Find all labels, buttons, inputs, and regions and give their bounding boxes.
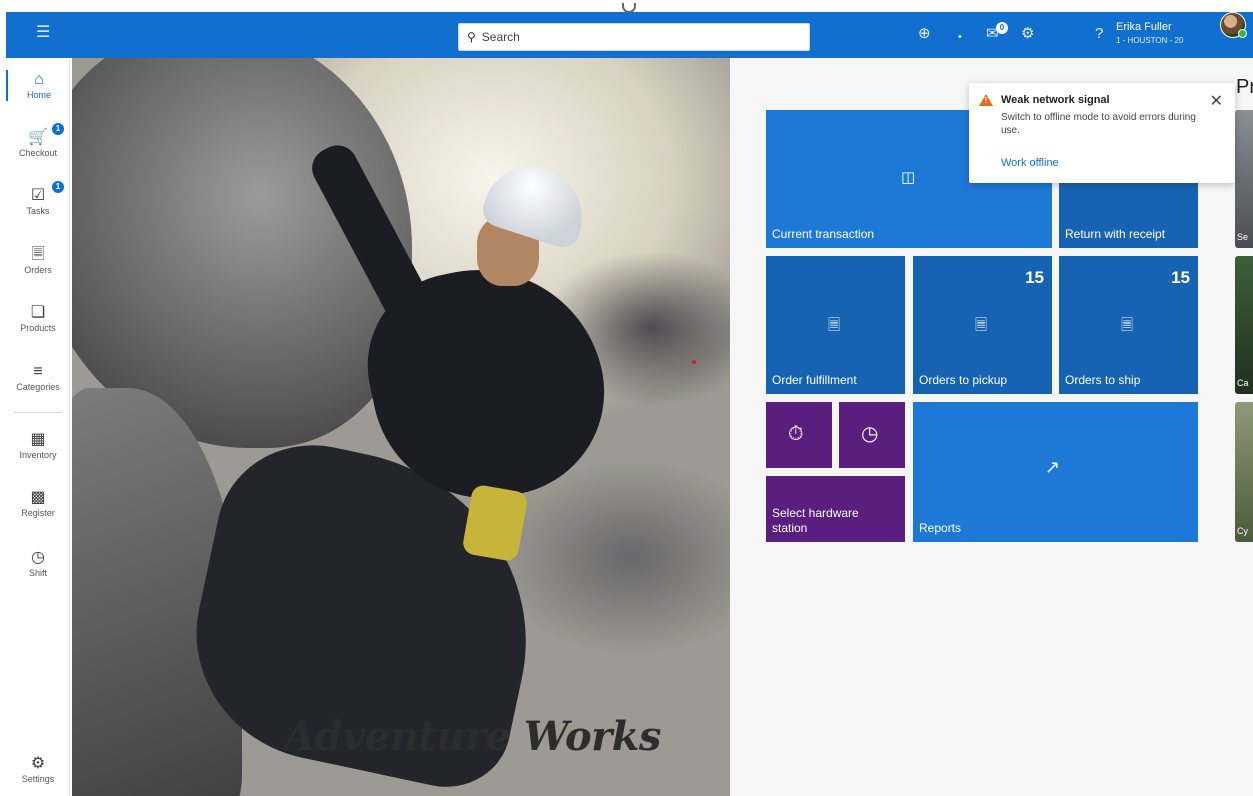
tile-count: 15 (1171, 268, 1190, 287)
warning-mark: ! (984, 96, 988, 105)
orders-icon: 🗏 (31, 246, 45, 263)
work-offline-link[interactable]: Work offline (1001, 157, 1059, 169)
close-icon[interactable]: ✕ (1210, 91, 1223, 111)
sidebar-item-label: Home (26, 90, 51, 100)
categories-icon: ≡ (33, 363, 43, 380)
timer-tile[interactable]: ⏱ (766, 402, 832, 468)
avatar[interactable] (1220, 12, 1247, 38)
inventory-icon: ▦ (30, 431, 46, 448)
toast-title: Weak network signal (1001, 94, 1110, 106)
settings-gear-icon[interactable]: ⚙ (1021, 25, 1034, 43)
top-bar: ☰ ⚲ Search ⊕ • ✉ 0 ⚙ ? Erika Fuller 1 - … (0, 0, 1253, 58)
user-store: 1 - HOUSTON - 20 (1116, 36, 1184, 45)
transaction-icon: ◫ (901, 169, 916, 186)
app-header: ☰ ⚲ Search ⊕ • ✉ 0 ⚙ ? Erika Fuller 1 - … (6, 12, 1253, 58)
sidebar-item-register[interactable]: ▩ Register (6, 488, 70, 519)
right-panel-card[interactable]: Ca (1235, 256, 1253, 394)
sidebar-item-label: Checkout (18, 148, 58, 158)
sidebar-item-categories[interactable]: ≡ Categories (6, 362, 70, 393)
tile-label: Orders to ship (1065, 373, 1141, 387)
sidebar-item-inventory[interactable]: ▦ Inventory (6, 430, 70, 461)
sidebar: ⌂ Home 🛒 Checkout 1 ☑ Tasks 1 🗏 Orders ❏… (6, 58, 70, 796)
time-clock-tile[interactable]: ◷ (839, 402, 905, 468)
orders-to-ship-tile[interactable]: 15 🗏 Orders to ship (1059, 256, 1198, 394)
sidebar-item-label: Settings (21, 774, 55, 784)
tile-label: Current transaction (772, 227, 875, 241)
sidebar-item-home[interactable]: ⌂ Home (6, 70, 70, 101)
network-warning-toast: ! Weak network signal Switch to offline … (969, 83, 1235, 183)
card-label: Se (1237, 232, 1249, 242)
sidebar-item-label: Inventory (19, 450, 57, 460)
sidebar-item-label: Orders (24, 265, 52, 275)
search-input[interactable]: ⚲ Search (458, 23, 810, 51)
checkout-badge: 1 (52, 123, 64, 135)
notification-badge: 0 (996, 22, 1008, 34)
hamburger-icon[interactable]: ☰ (36, 25, 50, 41)
user-info[interactable]: Erika Fuller 1 - HOUSTON - 20 (1116, 21, 1183, 47)
sidebar-item-products[interactable]: ❏ Products (6, 303, 70, 334)
tile-label: Return with receipt (1065, 227, 1166, 241)
tile-count: 15 (1025, 268, 1044, 287)
reports-tile[interactable]: ↗ Reports (913, 402, 1198, 542)
brand-title: Adventure Works (284, 713, 661, 760)
tile-label: Order fulfillment (772, 373, 857, 387)
box-icon: ❏ (30, 304, 46, 321)
sidebar-item-label: Register (21, 508, 55, 518)
right-panel-title: Pr (1236, 76, 1253, 98)
tasks-badge: 1 (52, 181, 64, 193)
tile-label: Reports (919, 521, 962, 535)
toast-message: Switch to offline mode to avoid errors d… (1001, 112, 1196, 136)
card-label: Cy (1237, 526, 1248, 536)
help-icon[interactable]: ? (1095, 25, 1103, 43)
order-fulfillment-tile[interactable]: 🗏 Order fulfillment (766, 256, 905, 394)
card-label: Ca (1237, 378, 1249, 388)
ship-icon: 🗏 (1121, 317, 1134, 334)
orders-to-pickup-tile[interactable]: 15 🗏 Orders to pickup (913, 256, 1052, 394)
wifi-icon[interactable]: • (958, 28, 962, 46)
register-icon: ▩ (30, 489, 46, 506)
sidebar-item-label: Tasks (26, 206, 50, 216)
pickup-icon: 🗏 (975, 317, 988, 334)
sidebar-item-label: Categories (16, 382, 60, 392)
right-panel-card[interactable]: Se (1235, 110, 1253, 248)
orders-icon: 🗏 (828, 317, 841, 334)
clock-icon: ◷ (861, 423, 879, 445)
sidebar-item-settings[interactable]: ⚙ Settings (6, 754, 70, 785)
store-connect-icon[interactable]: ⊕ (918, 25, 931, 43)
tile-label: Orders to pickup (919, 373, 1008, 387)
chalk-bag (461, 483, 529, 563)
settings-icon: ⚙ (30, 755, 46, 772)
stopwatch-icon: ⏱ (788, 423, 804, 445)
sidebar-item-shift[interactable]: ◷ Shift (6, 548, 70, 579)
select-hardware-station-tile[interactable]: Select hardware station (766, 476, 905, 542)
search-icon: ⚲ (467, 30, 476, 44)
shift-icon: ◷ (31, 549, 45, 566)
red-dot (692, 360, 696, 364)
hero-image: Adventure Works (72, 58, 730, 796)
tile-label: Select hardware station (772, 506, 859, 535)
presence-indicator (1238, 29, 1247, 38)
search-placeholder: Search (481, 30, 520, 44)
chart-trend-icon: ↗ (1045, 457, 1061, 477)
right-panel-card[interactable]: Cy (1235, 402, 1253, 542)
sidebar-item-label: Shift (28, 568, 47, 578)
sidebar-item-label: Products (20, 323, 56, 333)
user-name: Erika Fuller (1116, 21, 1172, 33)
home-icon: ⌂ (34, 71, 44, 88)
sidebar-item-orders[interactable]: 🗏 Orders (6, 245, 70, 276)
sidebar-divider (14, 412, 62, 413)
